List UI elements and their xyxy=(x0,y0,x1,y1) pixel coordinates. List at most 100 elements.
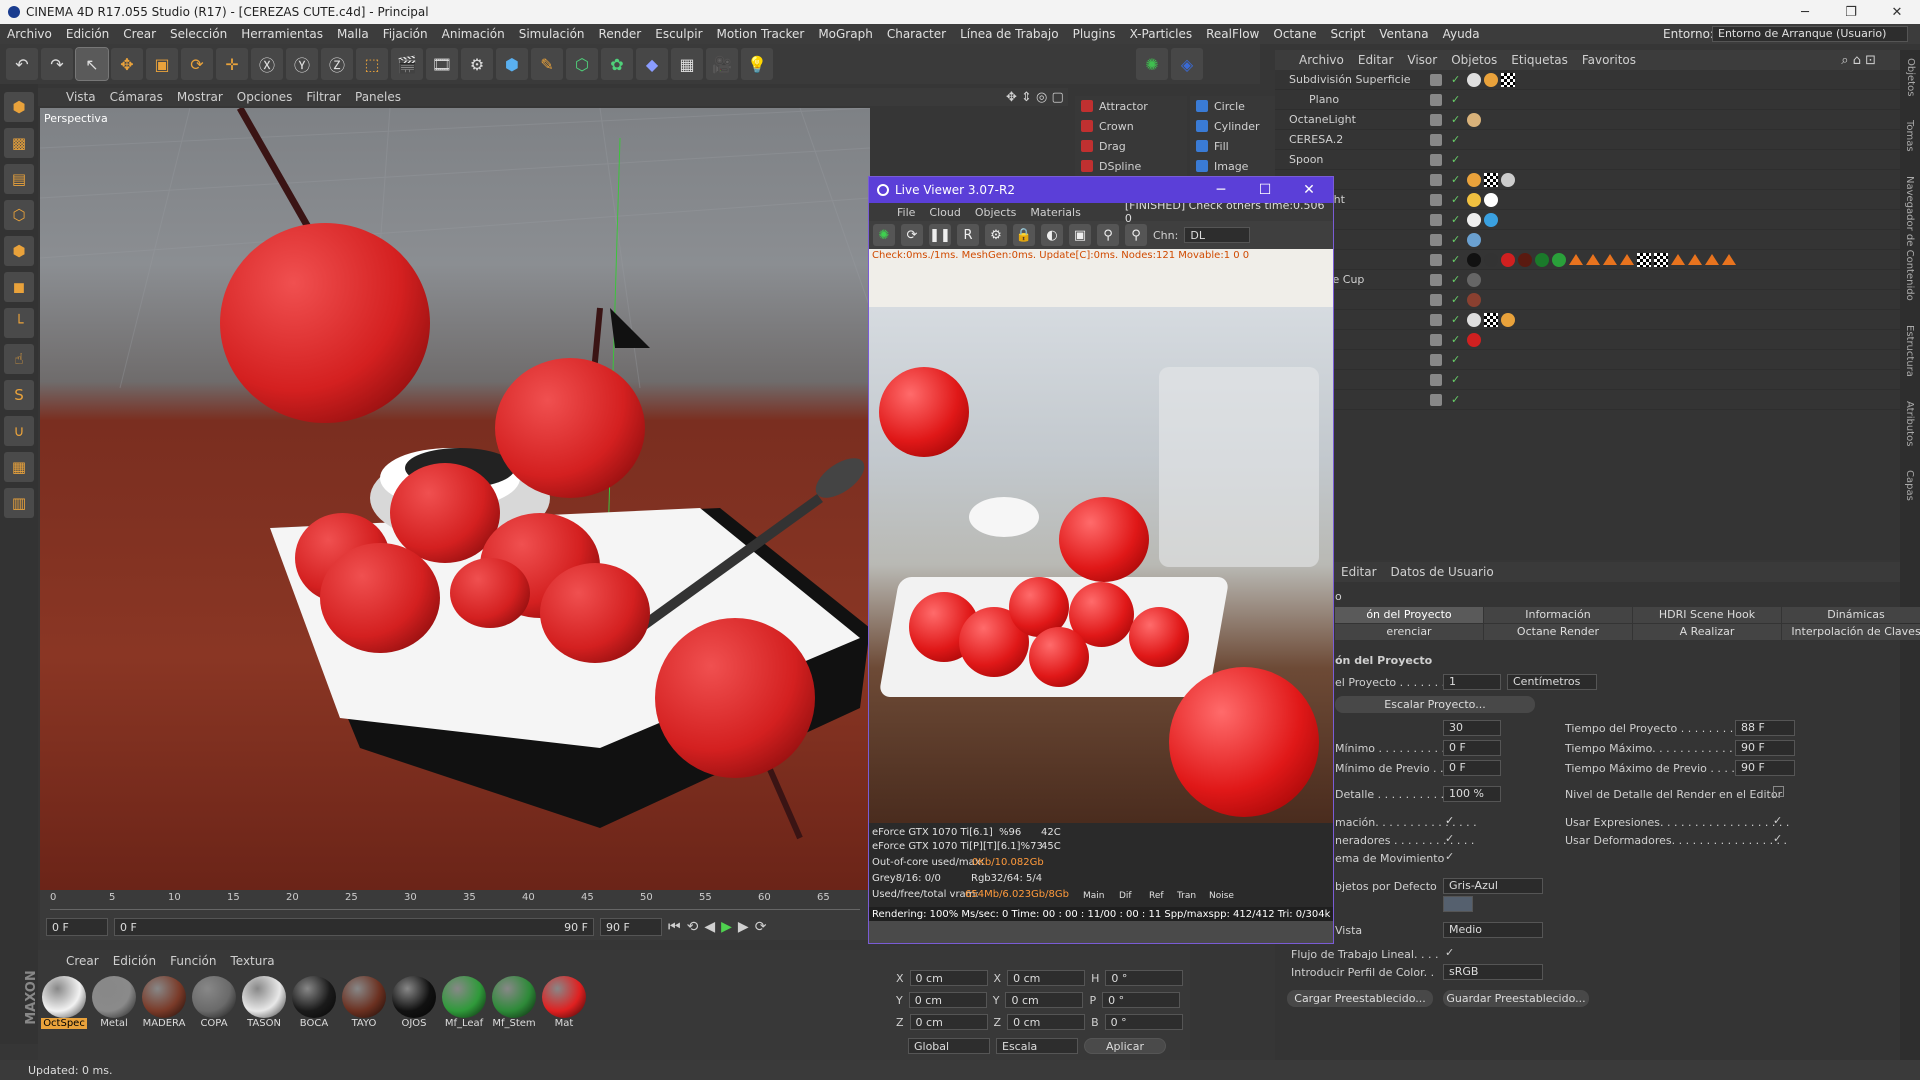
region-icon[interactable]: R xyxy=(957,224,979,246)
loop-icon[interactable]: ⟲ xyxy=(687,919,699,935)
grid-snap-icon[interactable]: ▦ xyxy=(4,452,34,482)
object-row[interactable]: ar Coffee Cup✓ xyxy=(1275,270,1900,290)
points-mode-icon[interactable]: ⬡ xyxy=(4,200,34,230)
menu-mograph[interactable]: MoGraph xyxy=(811,27,880,41)
vp-menu-filtrar[interactable]: Filtrar xyxy=(306,90,341,104)
guardar-preestablecido-button[interactable]: Guardar Preestablecido... xyxy=(1443,990,1589,1007)
render-view-icon[interactable]: 🎬 xyxy=(391,48,423,80)
rotation-b-field[interactable]: 0 ° xyxy=(1104,1014,1183,1030)
settings-icon[interactable]: ⚙ xyxy=(985,224,1007,246)
visibility-icon[interactable] xyxy=(1430,313,1442,326)
material-tag-icon[interactable] xyxy=(1484,252,1498,267)
material-tag-icon[interactable] xyxy=(1467,272,1481,287)
menu-simulacion[interactable]: Simulación xyxy=(512,27,592,41)
material-tag-icon[interactable] xyxy=(1467,112,1481,127)
menu-motion-tracker[interactable]: Motion Tracker xyxy=(710,27,812,41)
texture-tag-icon[interactable] xyxy=(1484,172,1498,187)
object-row[interactable]: ra✓ xyxy=(1275,330,1900,350)
select-tool-icon[interactable]: ↖ xyxy=(75,47,109,81)
rotate-tool-icon[interactable]: ⟳ xyxy=(181,48,213,80)
next-frame-icon[interactable]: ▶ xyxy=(738,919,749,935)
escalar-proyecto-button[interactable]: Escalar Proyecto... xyxy=(1335,696,1535,713)
enable-check-icon[interactable]: ✓ xyxy=(1451,293,1460,306)
material-tag-icon[interactable] xyxy=(1501,172,1515,187)
pick-focus-icon[interactable]: ⚲ xyxy=(1097,224,1119,246)
menu-plugins[interactable]: Plugins xyxy=(1066,27,1123,41)
material-tag-icon[interactable] xyxy=(1467,292,1481,307)
workplane-icon[interactable]: ▤ xyxy=(4,164,34,194)
enable-check-icon[interactable]: ✓ xyxy=(1451,273,1460,286)
material-tag-icon[interactable] xyxy=(1467,172,1481,187)
material-swatch[interactable]: COPA xyxy=(192,976,236,1029)
menu-octane[interactable]: Octane xyxy=(1266,27,1323,41)
vista-dropdown[interactable]: Medio xyxy=(1443,922,1543,938)
obj-menu-etiquetas[interactable]: Etiquetas xyxy=(1511,53,1568,67)
pass-main[interactable]: Main xyxy=(1083,891,1105,901)
channel-dropdown[interactable]: DL xyxy=(1184,227,1251,243)
menu-linea-de-trabajo[interactable]: Línea de Trabajo xyxy=(953,27,1066,41)
material-tag-icon[interactable] xyxy=(1552,252,1566,267)
side-tab-navegador[interactable]: Navegador de Contenido xyxy=(1904,176,1915,301)
octane-tag-icon[interactable] xyxy=(1603,254,1617,265)
object-row[interactable]: eDayLight✓ xyxy=(1275,190,1900,210)
image-item[interactable]: Image xyxy=(1190,156,1275,176)
enable-check-icon[interactable]: ✓ xyxy=(1451,193,1460,206)
size-y-field[interactable]: 0 cm xyxy=(1005,992,1084,1008)
vp-menu-mostrar[interactable]: Mostrar xyxy=(177,90,223,104)
minimize-button[interactable]: ─ xyxy=(1782,0,1828,24)
material-swatch[interactable]: BOCA xyxy=(292,976,336,1029)
material-swatch[interactable]: MADERA xyxy=(142,976,186,1029)
cube-icon[interactable]: ⬢ xyxy=(496,48,528,80)
attr-menu-datos-usuario[interactable]: Datos de Usuario xyxy=(1391,565,1494,579)
flujo-lineal-checkbox[interactable]: ✓ xyxy=(1445,946,1454,959)
octane-tag-icon[interactable] xyxy=(1705,254,1719,265)
material-tag-icon[interactable] xyxy=(1467,212,1481,227)
octane-tag-icon[interactable] xyxy=(1569,254,1583,265)
material-tag-icon[interactable] xyxy=(1467,252,1481,267)
tweak-icon[interactable]: ☝ xyxy=(4,344,34,374)
enable-check-icon[interactable]: ✓ xyxy=(1451,353,1460,366)
enable-check-icon[interactable]: ✓ xyxy=(1451,333,1460,346)
material-swatch[interactable]: Mat xyxy=(542,976,586,1029)
pass-tran[interactable]: Tran xyxy=(1177,891,1196,901)
scale-tool-icon[interactable]: ▣ xyxy=(146,48,178,80)
lv-menu-file[interactable]: File xyxy=(897,206,915,219)
material-tag-icon[interactable] xyxy=(1467,72,1481,87)
obj-menu-archivo[interactable]: Archivo xyxy=(1299,53,1344,67)
octane-tag-icon[interactable] xyxy=(1722,254,1736,265)
timeline-ruler[interactable]: 0 5 10 15 20 25 30 35 40 45 50 55 60 65 xyxy=(50,892,860,910)
pause-icon[interactable]: ❚❚ xyxy=(929,224,951,246)
z-axis-icon[interactable]: Ⓩ xyxy=(321,48,353,80)
tab-hdri-scene-hook[interactable]: HDRI Scene Hook xyxy=(1633,607,1781,623)
position-x-field[interactable]: 0 cm xyxy=(909,970,988,986)
octane-tag-icon[interactable] xyxy=(1620,254,1634,265)
material-tag-icon[interactable] xyxy=(1501,312,1515,327)
object-row[interactable]: Spoon ✓ xyxy=(1275,150,1900,170)
restart-icon[interactable]: ⟳ xyxy=(901,224,923,246)
pass-ref[interactable]: Ref xyxy=(1149,891,1164,901)
coordinate-system-icon[interactable]: ⬚ xyxy=(356,48,388,80)
pass-dif[interactable]: Dif xyxy=(1119,891,1132,901)
deformer-icon[interactable]: ◆ xyxy=(636,48,668,80)
object-row[interactable]: ✓ xyxy=(1275,290,1900,310)
pass-noise[interactable]: Noise xyxy=(1209,891,1234,901)
vp-menu-camaras[interactable]: Cámaras xyxy=(110,90,163,104)
position-z-field[interactable]: 0 cm xyxy=(909,1014,988,1030)
side-tab-tomas[interactable]: Tomas xyxy=(1904,120,1915,152)
enable-check-icon[interactable]: ✓ xyxy=(1451,173,1460,186)
lv-minimize-button[interactable]: ─ xyxy=(1199,177,1243,203)
menu-edicion[interactable]: Edición xyxy=(59,27,116,41)
visibility-icon[interactable] xyxy=(1430,153,1442,166)
side-tab-estructura[interactable]: Estructura xyxy=(1904,325,1915,377)
material-tag-icon[interactable] xyxy=(1467,232,1481,247)
generadores-checkbox[interactable]: ✓ xyxy=(1445,832,1454,845)
vp-menu-paneles[interactable]: Paneles xyxy=(355,90,401,104)
enable-check-icon[interactable]: ✓ xyxy=(1451,73,1460,86)
menu-render[interactable]: Render xyxy=(592,27,649,41)
attr-menu-editar[interactable]: Editar xyxy=(1341,565,1377,579)
texture-tag-icon[interactable] xyxy=(1501,72,1515,87)
texture-tag-icon[interactable] xyxy=(1484,312,1498,327)
crown-item[interactable]: Crown xyxy=(1075,116,1187,136)
pick-material-icon[interactable]: ⚲ xyxy=(1125,224,1147,246)
object-row[interactable]: eSky✓ xyxy=(1275,210,1900,230)
